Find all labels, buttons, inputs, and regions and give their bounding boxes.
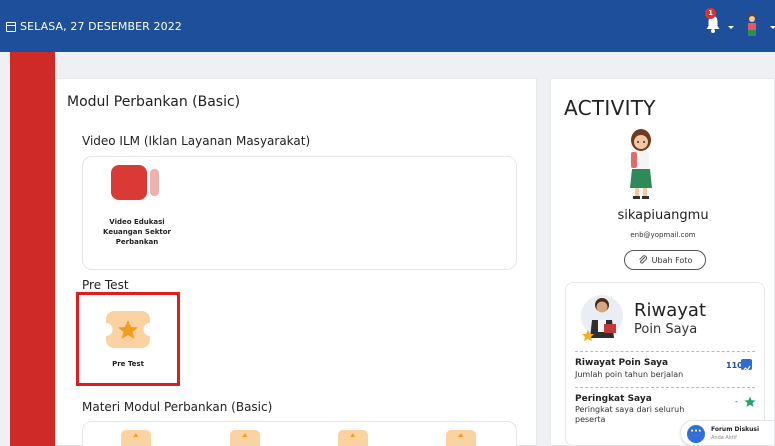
materi-item-icon[interactable] xyxy=(121,430,151,446)
pretest-item-label[interactable]: Pre Test xyxy=(92,359,164,369)
materi-item-icon[interactable] xyxy=(230,430,260,446)
rank-value: - xyxy=(735,397,738,406)
section-title-materi: Materi Modul Perbankan (Basic) xyxy=(82,400,273,414)
chevron-down-icon[interactable] xyxy=(770,26,775,29)
rank-label: Peringkat Saya xyxy=(575,394,652,404)
top-bar: SELASA, 27 DESEMBER 2022 1 xyxy=(0,0,775,52)
user-avatar[interactable] xyxy=(742,12,762,38)
section-title-pretest: Pre Test xyxy=(82,278,129,292)
profile-username: sikapiuangmu xyxy=(617,208,709,223)
divider xyxy=(575,351,755,352)
date-display: SELASA, 27 DESEMBER 2022 xyxy=(6,20,182,33)
date-text: SELASA, 27 DESEMBER 2022 xyxy=(20,20,182,33)
materi-item-icon[interactable] xyxy=(338,430,368,446)
points-history-desc: Jumlah poin tahun berjalan xyxy=(575,370,684,379)
notification-bell-button[interactable]: 1 xyxy=(705,8,725,36)
chat-dots-icon: ··· xyxy=(687,425,705,443)
points-history-label: Riwayat Poin Saya xyxy=(575,358,669,368)
section-title-video: Video ILM (Iklan Layanan Masyarakat) xyxy=(82,134,311,148)
forum-subtitle: Anda Aktif xyxy=(711,435,737,441)
materi-item-icon[interactable] xyxy=(446,430,476,446)
video-camera-icon[interactable] xyxy=(111,165,161,200)
activity-title: ACTIVITY xyxy=(564,96,656,120)
points-subtitle: Poin Saya xyxy=(634,322,698,337)
points-illustration xyxy=(578,292,626,342)
profile-email: enb@yopmail.com xyxy=(630,231,696,239)
chevron-down-icon[interactable] xyxy=(728,26,734,29)
module-title: Modul Perbankan (Basic) xyxy=(67,94,241,110)
rank-desc: Peringkat saya dari seluruh peserta xyxy=(575,405,685,424)
points-title: Riwayat xyxy=(634,300,706,321)
profile-avatar xyxy=(620,128,662,200)
change-photo-button[interactable]: Ubah Foto xyxy=(624,250,706,270)
trend-up-icon[interactable] xyxy=(741,359,752,372)
video-item-label[interactable]: Video Edukasi Keuangan Sektor Perbankan xyxy=(92,217,182,247)
star-ticket-icon[interactable] xyxy=(106,311,150,348)
calendar-icon xyxy=(6,21,16,32)
notification-badge: 1 xyxy=(705,8,716,19)
forum-discussion-button[interactable]: ··· Forum Diskusi Anda Aktif xyxy=(680,420,775,446)
change-photo-label: Ubah Foto xyxy=(651,255,693,265)
paperclip-icon xyxy=(638,255,647,264)
divider xyxy=(575,387,755,388)
forum-title: Forum Diskusi xyxy=(711,426,760,433)
rank-star-icon xyxy=(744,396,756,407)
sidebar xyxy=(10,52,55,446)
